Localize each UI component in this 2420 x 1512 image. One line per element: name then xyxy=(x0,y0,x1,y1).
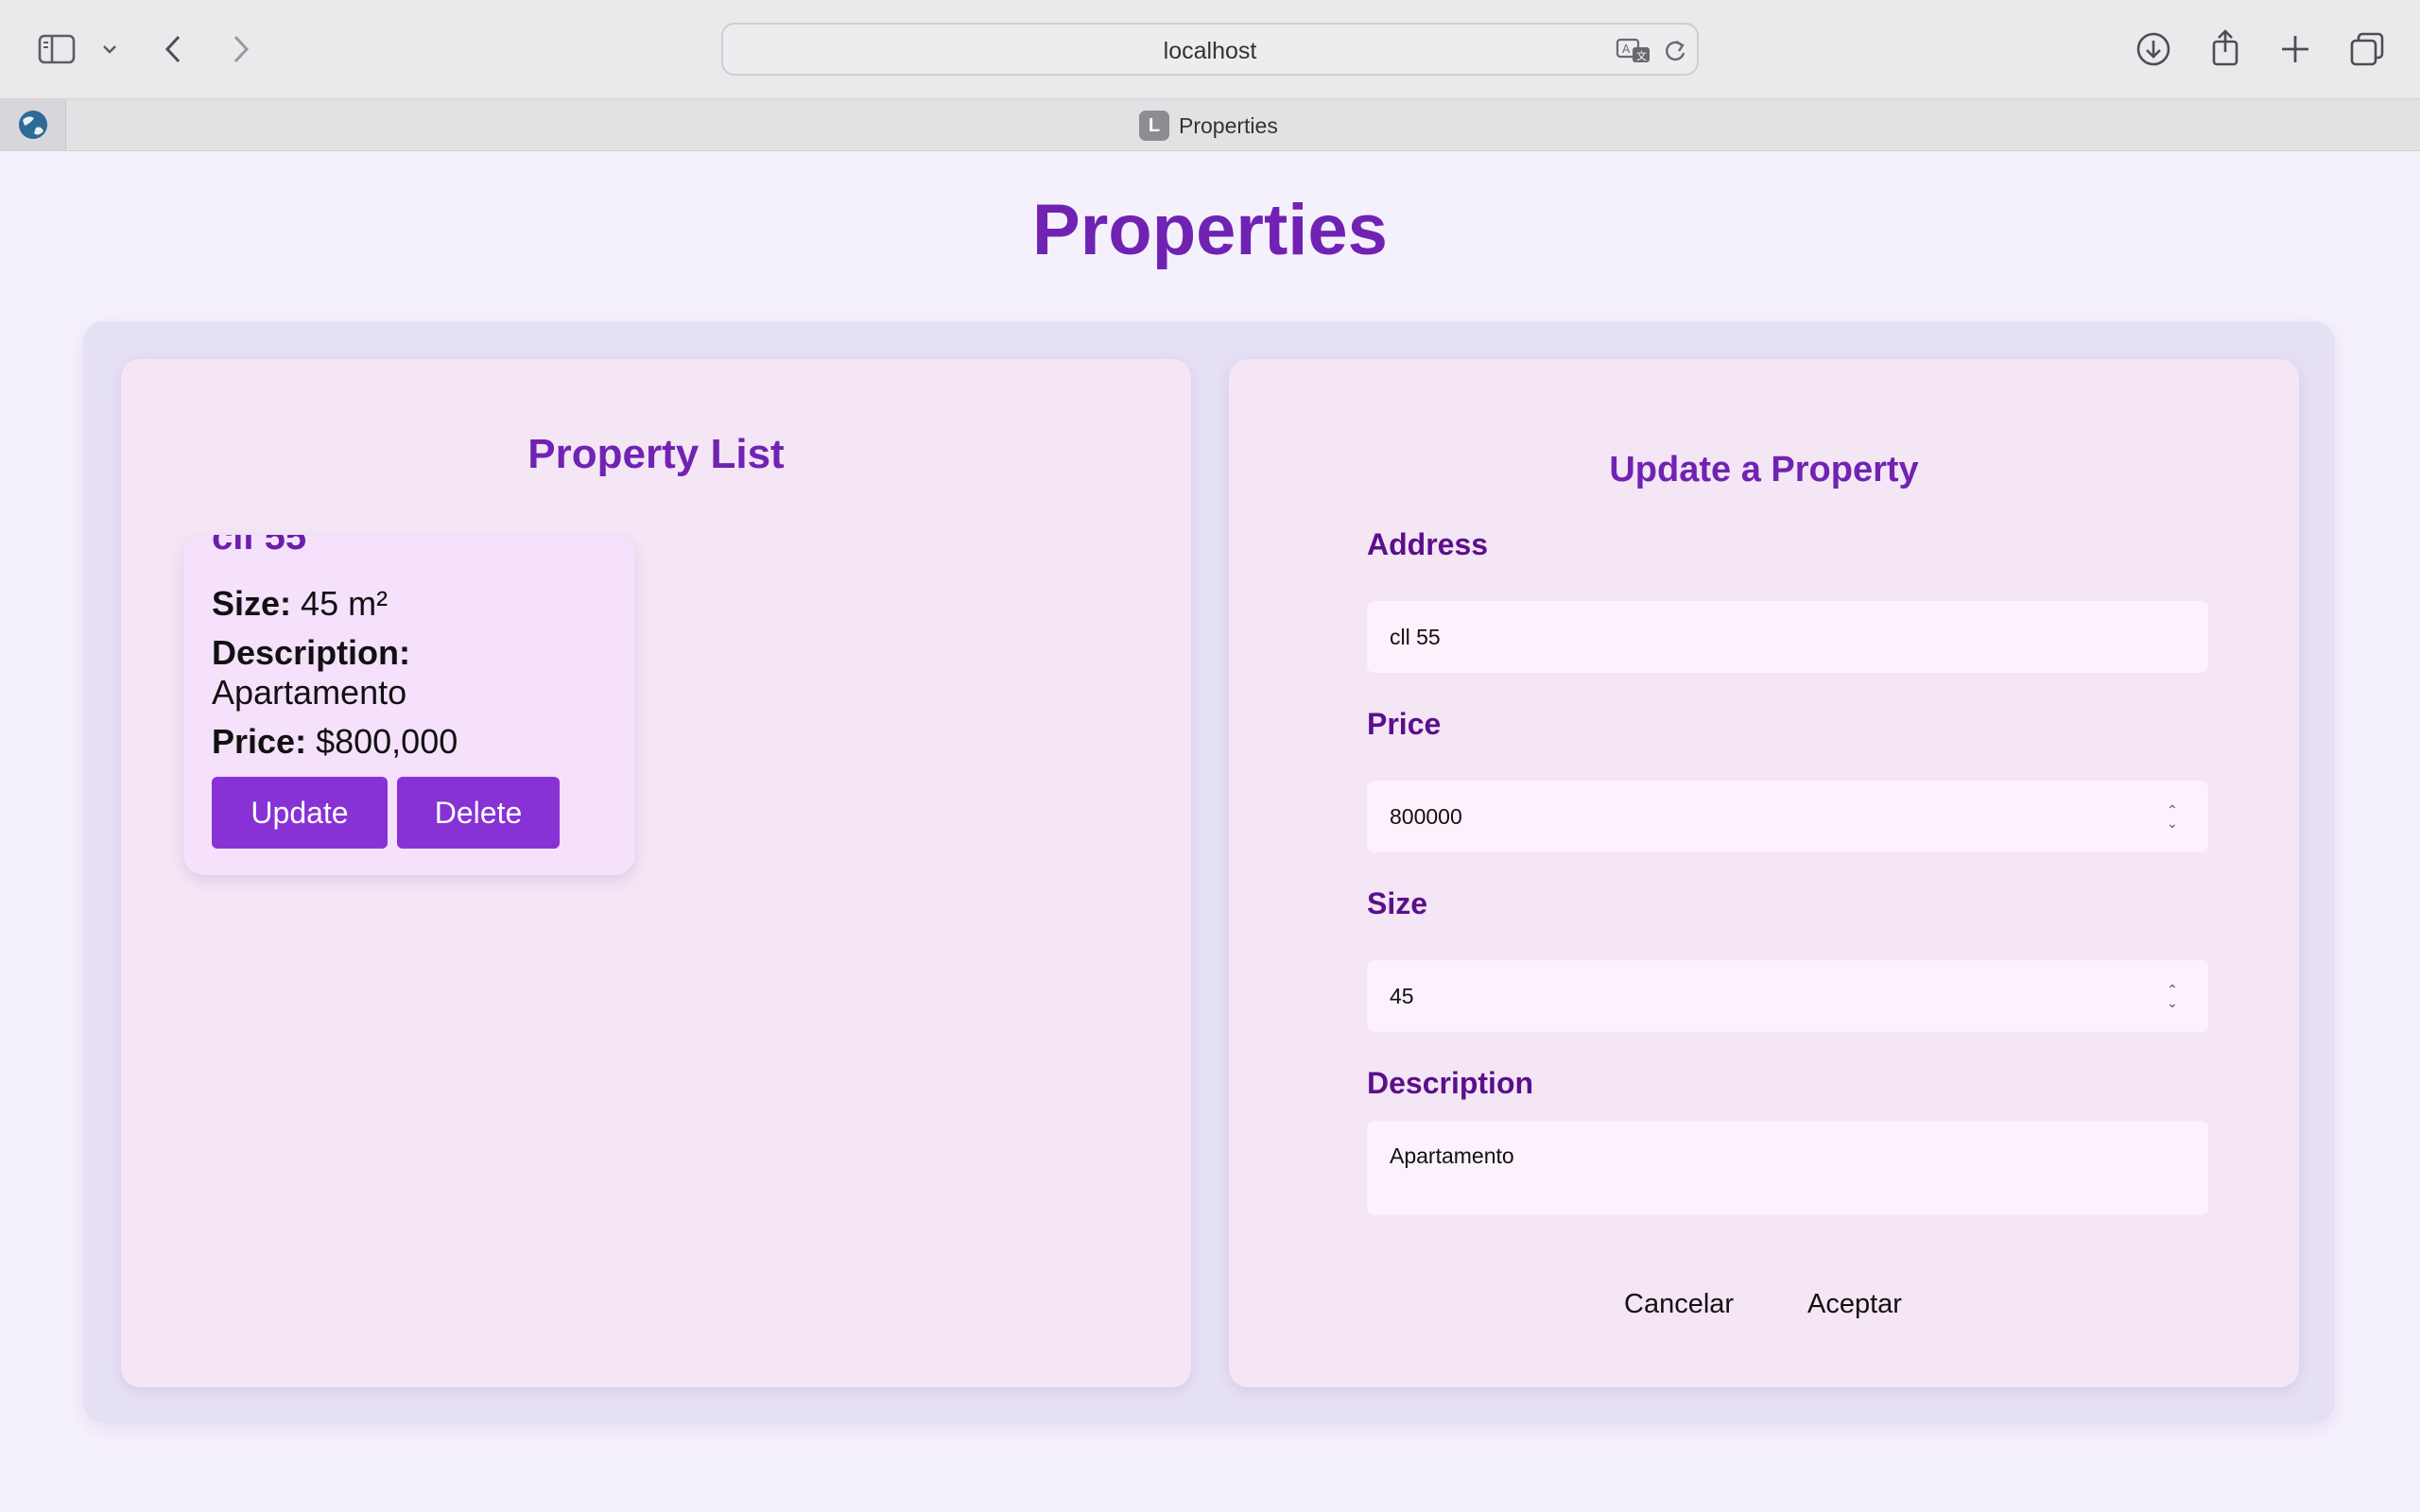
downloads-icon[interactable] xyxy=(2135,28,2172,70)
address-label: Address xyxy=(1367,527,1489,561)
tab-bar: L Properties xyxy=(0,98,2420,151)
price-field: ⌃⌄ xyxy=(1367,781,2208,852)
address-input[interactable] xyxy=(1367,601,2208,673)
sidebar-toggle-icon[interactable] xyxy=(34,28,79,70)
back-icon[interactable] xyxy=(157,28,189,70)
size-stepper-icon[interactable]: ⌃ ⌄ xyxy=(2165,983,2180,1009)
property-list-title: Property List xyxy=(527,431,785,477)
chevron-down-icon[interactable] xyxy=(98,38,121,60)
svg-text:A: A xyxy=(1622,43,1631,56)
description-label: Description xyxy=(1367,1066,1534,1100)
globe-icon xyxy=(18,111,47,139)
svg-text:文: 文 xyxy=(1636,49,1647,62)
tab-title: Properties xyxy=(1179,112,1278,138)
tab-overview-icon[interactable] xyxy=(2346,28,2388,70)
size-input[interactable] xyxy=(1367,960,2208,1032)
update-property-title: Update a Property xyxy=(1609,450,1919,490)
address-bar[interactable]: localhost A文 xyxy=(721,23,1699,76)
property-size: Size: 45 m² xyxy=(212,584,388,624)
accept-button[interactable]: Aceptar xyxy=(1807,1289,1902,1320)
pinned-tab[interactable] xyxy=(0,99,66,150)
property-description-value: Apartamento xyxy=(212,673,407,712)
update-button[interactable]: Update xyxy=(212,777,388,849)
size-field: ⌃⌄ xyxy=(1367,960,2208,1032)
size-label: Size: xyxy=(212,584,292,623)
delete-button[interactable]: Delete xyxy=(397,777,560,849)
tab-favicon: L xyxy=(1139,111,1169,141)
price-input[interactable] xyxy=(1367,781,2208,852)
price-label: Price xyxy=(1367,707,1442,741)
page-title: Properties xyxy=(1032,190,1388,270)
property-address: cll 55 xyxy=(212,535,307,558)
share-icon[interactable] xyxy=(2206,25,2244,70)
translate-icon[interactable]: A文 xyxy=(1616,38,1653,69)
price-stepper-icon[interactable]: ⌃ ⌄ xyxy=(2165,803,2180,830)
reload-icon[interactable] xyxy=(1663,38,1687,69)
size-value: 45 m² xyxy=(301,584,389,623)
property-card: cll 55 Size: 45 m² Description: Apartame… xyxy=(183,535,635,875)
url-text: localhost xyxy=(1163,38,1257,64)
forward-icon[interactable] xyxy=(225,28,257,70)
description-textarea[interactable]: Apartamento xyxy=(1367,1121,2208,1215)
size-label: Size xyxy=(1367,886,1428,920)
cancel-button[interactable]: Cancelar xyxy=(1624,1289,1734,1320)
active-tab[interactable]: L Properties xyxy=(1139,111,1278,141)
price-value: $800,000 xyxy=(316,722,458,761)
update-property-panel: Update a Property Address Price ⌃⌄ Size … xyxy=(1229,359,2299,1387)
browser-toolbar: localhost A文 xyxy=(0,0,2420,98)
new-tab-icon[interactable] xyxy=(2276,28,2314,70)
property-list-panel: Property List cll 55 Size: 45 m² Descrip… xyxy=(121,359,1191,1387)
property-description-label: Description: xyxy=(212,633,411,672)
property-price: Price: $800,000 xyxy=(212,722,458,762)
price-label: Price: xyxy=(212,722,307,761)
